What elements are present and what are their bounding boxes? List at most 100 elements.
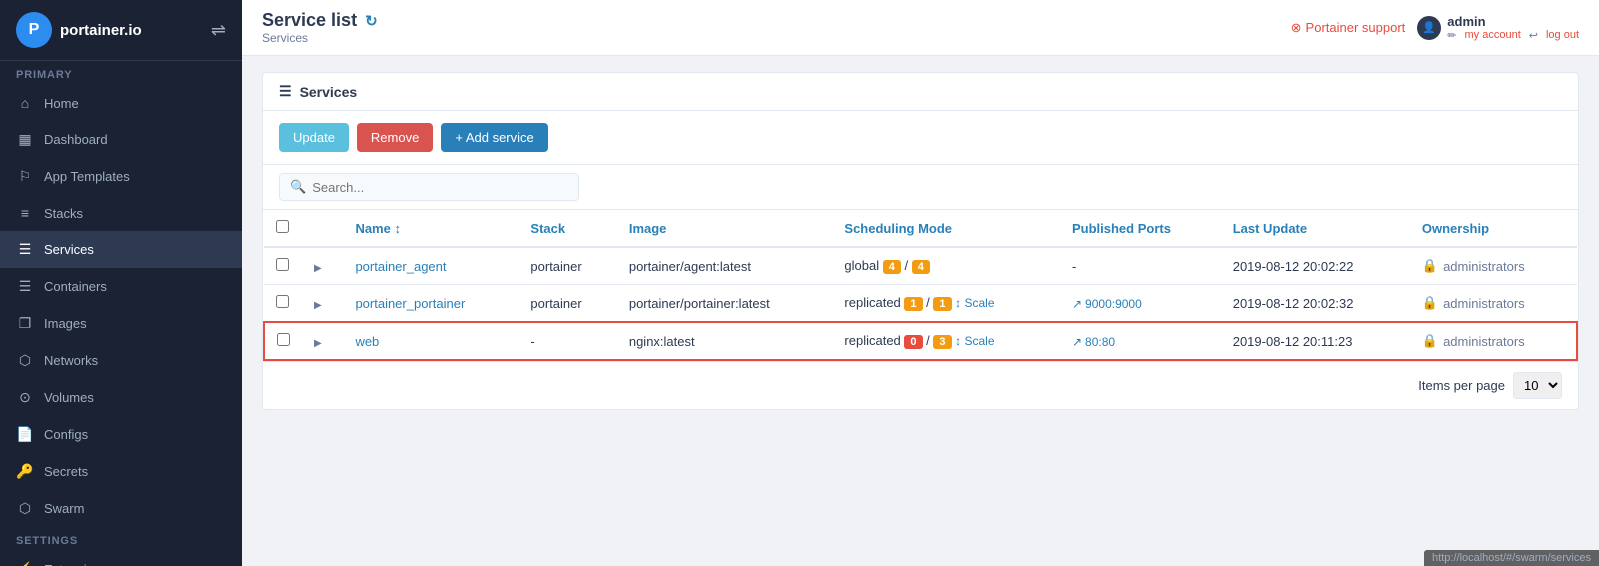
sidebar-item-configs-label: Configs	[44, 427, 88, 442]
expand-col-header	[302, 210, 343, 247]
toolbar: Update Remove + Add service	[263, 111, 1578, 165]
networks-icon: ⬡	[16, 352, 34, 369]
sidebar-item-home[interactable]: ⌂ Home	[0, 85, 242, 121]
sidebar-item-stacks[interactable]: ≡ Stacks	[0, 195, 242, 231]
row2-checkbox[interactable]	[276, 295, 289, 308]
row2-scale-link[interactable]: ↕ Scale	[955, 296, 994, 310]
row2-sep: /	[926, 295, 930, 310]
content-area: ☰ Services Update Remove + Add service 🔍	[242, 56, 1599, 566]
row1-checkbox[interactable]	[276, 258, 289, 271]
row2-ports-cell: ↗ 9000:9000	[1060, 285, 1221, 323]
row2-name-link[interactable]: portainer_portainer	[355, 296, 465, 311]
services-panel: ☰ Services Update Remove + Add service 🔍	[262, 72, 1579, 410]
items-per-page-select[interactable]: 10 25 50	[1513, 372, 1562, 399]
row3-name-cell: web	[343, 322, 518, 360]
row2-stack-cell: portainer	[518, 285, 616, 323]
services-table-wrap: Name ↕ Stack Image Scheduling Mode Publi…	[263, 210, 1578, 361]
sidebar-item-extensions[interactable]: ⚡ Extensions	[0, 551, 242, 566]
sidebar-item-containers[interactable]: ☰ Containers	[0, 268, 242, 305]
sidebar-item-containers-label: Containers	[44, 279, 107, 294]
table-body: ▶ portainer_agent portainer portainer/ag…	[264, 247, 1577, 360]
search-input[interactable]	[312, 180, 568, 195]
images-icon: ❐	[16, 315, 34, 332]
sidebar-item-dashboard-label: Dashboard	[44, 132, 108, 147]
row1-ownership-label: administrators	[1443, 259, 1525, 274]
row1-count1-badge: 4	[883, 260, 901, 274]
table-row: ▶ web - nginx:latest replicated 0	[264, 322, 1577, 360]
topbar-title: Service list ↻	[262, 10, 378, 31]
breadcrumb: Services	[262, 31, 378, 45]
row2-mode-text: replicated	[844, 295, 900, 310]
panel-title: Services	[300, 84, 358, 100]
sidebar-item-networks[interactable]: ⬡ Networks	[0, 342, 242, 379]
table-row: ▶ portainer_portainer portainer portaine…	[264, 285, 1577, 323]
section-settings-label: SETTINGS	[0, 527, 242, 551]
portainer-support-link[interactable]: ⊗ Portainer support	[1291, 20, 1406, 36]
row2-lastupdate-cell: 2019-08-12 20:02:32	[1221, 285, 1410, 323]
sidebar-item-app-templates-label: App Templates	[44, 169, 130, 184]
row3-ports-cell: ↗ 80:80	[1060, 322, 1221, 360]
row2-checkbox-cell	[264, 285, 302, 323]
search-bar: 🔍	[263, 165, 1578, 210]
row3-mode-text: replicated	[844, 333, 900, 348]
search-icon: 🔍	[290, 179, 306, 195]
logo-text: portainer.io	[60, 22, 142, 39]
dashboard-icon: ▦	[16, 131, 34, 148]
swarm-icon: ⬡	[16, 500, 34, 517]
row3-lastupdate-cell: 2019-08-12 20:11:23	[1221, 322, 1410, 360]
sidebar-item-configs[interactable]: 📄 Configs	[0, 416, 242, 453]
sidebar-item-services-label: Services	[44, 242, 94, 257]
sidebar-item-services[interactable]: ☰ Services	[0, 231, 242, 268]
row1-name-link[interactable]: portainer_agent	[355, 259, 446, 274]
log-out-link[interactable]: log out	[1546, 29, 1579, 42]
row1-expand-cell: ▶	[302, 247, 343, 285]
add-service-button[interactable]: + Add service	[441, 123, 547, 152]
sidebar-item-images[interactable]: ❐ Images	[0, 305, 242, 342]
url-bar: http://localhost/#/swarm/services	[1424, 550, 1599, 566]
row2-ownership-label: administrators	[1443, 296, 1525, 311]
row3-port-link[interactable]: ↗ 80:80	[1072, 335, 1115, 349]
col-name[interactable]: Name ↕	[343, 210, 518, 247]
select-all-checkbox[interactable]	[276, 220, 289, 233]
sidebar-item-images-label: Images	[44, 316, 87, 331]
topbar-right: ⊗ Portainer support 👤 admin ✏ my account…	[1291, 14, 1579, 42]
row1-checkbox-cell	[264, 247, 302, 285]
main-content: Service list ↻ Services ⊗ Portainer supp…	[242, 0, 1599, 566]
sidebar-item-dashboard[interactable]: ▦ Dashboard	[0, 121, 242, 158]
row3-expand-icon[interactable]: ▶	[314, 338, 322, 349]
account-icon: ✏	[1447, 29, 1456, 42]
remove-button[interactable]: Remove	[357, 123, 433, 152]
row3-scale-link[interactable]: ↕ Scale	[955, 334, 994, 348]
row2-expand-icon[interactable]: ▶	[314, 300, 322, 311]
secrets-icon: 🔑	[16, 463, 34, 480]
sidebar-item-swarm-label: Swarm	[44, 501, 84, 516]
table-row: ▶ portainer_agent portainer portainer/ag…	[264, 247, 1577, 285]
services-icon: ☰	[16, 241, 34, 258]
row1-ports-cell: -	[1060, 247, 1221, 285]
row3-ownership-icon: 🔒	[1422, 333, 1438, 349]
row3-checkbox[interactable]	[277, 333, 290, 346]
sidebar-item-volumes-label: Volumes	[44, 390, 94, 405]
sidebar-logo: P portainer.io ⇌	[0, 0, 242, 61]
row2-image-cell: portainer/portainer:latest	[617, 285, 833, 323]
row3-expand-cell: ▶	[302, 322, 343, 360]
exchange-icon[interactable]: ⇌	[211, 20, 226, 41]
row3-name-link[interactable]: web	[355, 334, 379, 349]
row2-port-link[interactable]: ↗ 9000:9000	[1072, 297, 1142, 311]
row3-external-link-icon: ↗	[1072, 335, 1082, 349]
my-account-link[interactable]: my account	[1465, 29, 1521, 42]
update-button[interactable]: Update	[279, 123, 349, 152]
row1-expand-icon[interactable]: ▶	[314, 263, 322, 274]
sidebar-item-home-label: Home	[44, 96, 79, 111]
sidebar-item-app-templates[interactable]: ⚐ App Templates	[0, 158, 242, 195]
row1-count2-badge: 4	[912, 260, 930, 274]
pagination-bar: Items per page 10 25 50	[263, 361, 1578, 409]
row2-mode-cell: replicated 1 / 1 ↕ Scale	[832, 285, 1060, 323]
sidebar-item-volumes[interactable]: ⊙ Volumes	[0, 379, 242, 416]
support-label: Portainer support	[1306, 20, 1406, 35]
sidebar-item-swarm[interactable]: ⬡ Swarm	[0, 490, 242, 527]
col-scheduling-mode: Scheduling Mode	[832, 210, 1060, 247]
refresh-icon[interactable]: ↻	[365, 12, 378, 30]
sidebar-item-secrets[interactable]: 🔑 Secrets	[0, 453, 242, 490]
row1-stack-cell: portainer	[518, 247, 616, 285]
